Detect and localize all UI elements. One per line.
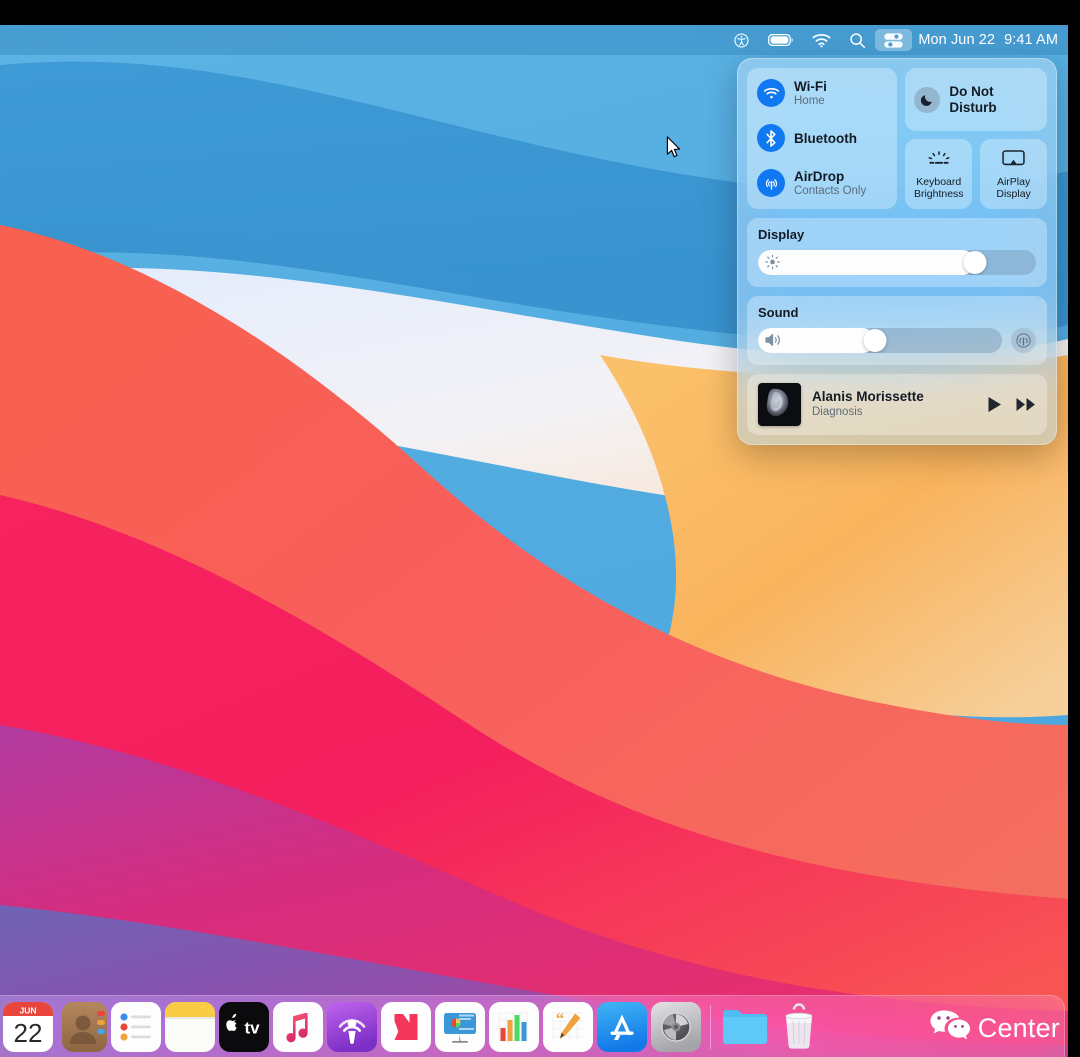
dock-item-news[interactable] xyxy=(379,1000,433,1054)
calendar-month: JUN xyxy=(19,1005,36,1015)
dnd-line-2: Disturb xyxy=(949,99,997,115)
dock-item-numbers[interactable] xyxy=(487,1000,541,1054)
dock-item-podcasts[interactable] xyxy=(325,1000,379,1054)
do-not-disturb-label: Do Not Disturb xyxy=(949,84,996,116)
dock-item-appletv[interactable]: tv xyxy=(217,1000,271,1054)
dock-item-keynote[interactable] xyxy=(433,1000,487,1054)
wechat-overlay-label: Center xyxy=(977,1013,1060,1043)
album-art[interactable] xyxy=(758,382,801,426)
fast-forward-button[interactable] xyxy=(1016,397,1036,412)
control-center-right-column: Do Not Disturb Keyboard Brightness AirPl… xyxy=(905,68,1048,209)
display-brightness-slider[interactable] xyxy=(758,249,1036,275)
now-playing-artist: Alanis Morissette xyxy=(812,388,924,404)
dock-item-pages[interactable]: “ xyxy=(541,1000,595,1054)
menubar-time: 9:41 AM xyxy=(1004,32,1058,48)
airdrop-texts: AirDrop Contacts Only xyxy=(794,169,866,198)
airplay-display-tile[interactable]: AirPlay Display xyxy=(980,139,1048,209)
dock-divider xyxy=(710,1004,711,1049)
bluetooth-title: Bluetooth xyxy=(794,130,857,146)
sound-module: Sound xyxy=(747,295,1047,365)
sound-volume-slider[interactable] xyxy=(758,327,1002,353)
now-playing-controls xyxy=(987,396,1036,413)
accessibility-icon[interactable] xyxy=(724,29,759,51)
wechat-overlay[interactable]: Center xyxy=(929,1008,1060,1049)
airplay-audio-icon[interactable] xyxy=(1011,327,1036,353)
mini-tiles-row: Keyboard Brightness AirPlay Display xyxy=(905,139,1048,209)
dock-item-music[interactable] xyxy=(271,1000,325,1054)
wifi-row[interactable]: Wi-Fi Home xyxy=(757,79,887,108)
airdrop-row[interactable]: AirDrop Contacts Only xyxy=(757,169,887,198)
dock-item-calendar[interactable]: JUN 22 xyxy=(1,1000,55,1054)
bluetooth-icon[interactable] xyxy=(757,124,785,153)
airplay-display-label: AirPlay Display xyxy=(996,176,1030,201)
dock-item-appstore[interactable] xyxy=(595,1000,649,1054)
display-slider-row xyxy=(758,249,1036,275)
svg-text:“: “ xyxy=(556,1009,565,1028)
keyboard-brightness-label: Keyboard Brightness xyxy=(914,176,964,201)
connectivity-tile: Wi-Fi Home Bluetooth AirDrop Contacts On… xyxy=(747,68,898,209)
airdrop-icon[interactable] xyxy=(757,169,785,198)
menu-bar: Mon Jun 22 9:41 AM xyxy=(0,25,1068,55)
calendar-day: 22 xyxy=(14,1018,43,1048)
dock-item-system-preferences[interactable] xyxy=(649,1000,703,1054)
play-button[interactable] xyxy=(987,396,1002,413)
now-playing-track: Diagnosis xyxy=(812,405,863,418)
display-slider-knob[interactable] xyxy=(963,250,987,274)
display-title: Display xyxy=(758,226,805,242)
sound-slider-knob[interactable] xyxy=(863,328,887,352)
control-center-icon[interactable] xyxy=(875,29,913,51)
keyboard-brightness-icon xyxy=(927,148,951,170)
airdrop-subtitle: Contacts Only xyxy=(794,184,867,197)
do-not-disturb-tile[interactable]: Do Not Disturb xyxy=(905,68,1047,131)
bluetooth-row[interactable]: Bluetooth xyxy=(757,124,887,153)
wifi-title: Wi-Fi xyxy=(794,79,827,94)
sound-slider-row xyxy=(758,327,1036,353)
wifi-subtitle: Home xyxy=(794,95,825,108)
volume-icon xyxy=(765,333,782,347)
display-slider-fill xyxy=(758,249,975,275)
menubar-date: Mon Jun 22 xyxy=(918,32,996,48)
wifi-icon[interactable] xyxy=(757,79,785,108)
dock-container: JUN 22 tv “ Center xyxy=(0,995,1068,1057)
airdrop-title: AirDrop xyxy=(794,168,845,184)
battery-icon[interactable] xyxy=(759,29,803,51)
search-icon[interactable] xyxy=(840,29,875,51)
dock-item-reminders[interactable] xyxy=(109,1000,163,1054)
moon-icon xyxy=(914,86,941,113)
wifi-icon[interactable] xyxy=(803,29,840,51)
now-playing-module: Alanis Morissette Diagnosis xyxy=(747,373,1047,435)
bluetooth-texts: Bluetooth xyxy=(794,131,857,146)
dock-item-contacts[interactable] xyxy=(55,1000,109,1054)
dock-item-notes[interactable] xyxy=(163,1000,217,1054)
control-center-panel: Wi-Fi Home Bluetooth AirDrop Contacts On… xyxy=(737,58,1057,445)
kb-line-2: Brightness xyxy=(913,188,964,201)
menubar-clock[interactable]: Mon Jun 22 9:41 AM xyxy=(918,32,1058,48)
ap-line-2: Display xyxy=(996,188,1031,201)
dock-item-trash[interactable] xyxy=(772,1000,826,1054)
svg-text:tv: tv xyxy=(244,1018,260,1037)
brightness-icon xyxy=(765,255,780,270)
wechat-logo xyxy=(929,1008,971,1049)
kb-line-1: Keyboard xyxy=(916,176,962,188)
display-module: Display xyxy=(747,217,1047,287)
dnd-line-1: Do Not xyxy=(949,83,994,99)
airplay-display-icon xyxy=(1002,148,1025,170)
ap-line-1: AirPlay xyxy=(996,176,1031,188)
screen-bezel: Mon Jun 22 9:41 AM Wi-Fi Home Bluetooth … xyxy=(0,0,1080,1057)
dock-item-downloads[interactable] xyxy=(718,1000,772,1054)
control-center-top-row: Wi-Fi Home Bluetooth AirDrop Contacts On… xyxy=(747,68,1048,209)
keyboard-brightness-tile[interactable]: Keyboard Brightness xyxy=(905,139,973,209)
wifi-texts: Wi-Fi Home xyxy=(794,79,827,108)
sound-title: Sound xyxy=(758,304,799,320)
dock: JUN 22 tv “ xyxy=(0,995,1065,1057)
now-playing-texts: Alanis Morissette Diagnosis xyxy=(812,389,976,420)
desktop: Mon Jun 22 9:41 AM Wi-Fi Home Bluetooth … xyxy=(0,25,1068,1057)
